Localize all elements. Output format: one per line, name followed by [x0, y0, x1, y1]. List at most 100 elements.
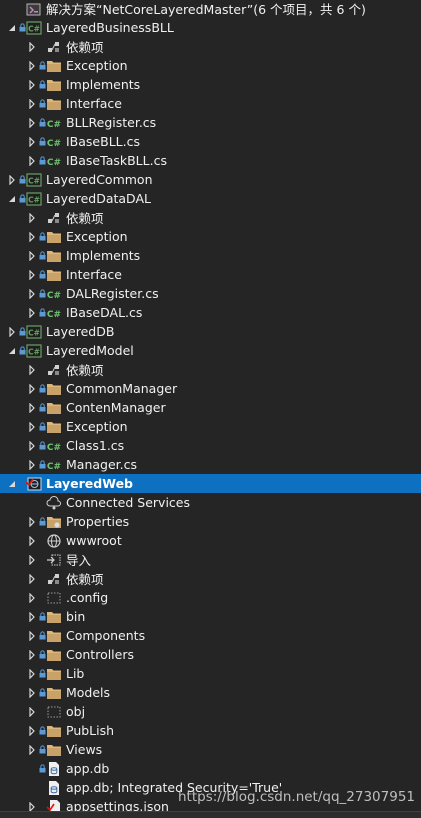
lock-placeholder [38, 569, 46, 588]
excluded-folder-icon [46, 590, 62, 606]
expanded-arrow-icon[interactable] [6, 18, 18, 37]
tree-node-root[interactable]: LayeredWeb [0, 474, 421, 493]
tree-node[interactable]: Properties [0, 512, 421, 531]
tree-node[interactable]: app.db [0, 759, 421, 778]
tree-node-root[interactable]: C# LayeredDataDAL [0, 189, 421, 208]
collapsed-arrow-icon[interactable] [26, 740, 38, 759]
collapsed-arrow-icon[interactable] [26, 208, 38, 227]
collapsed-arrow-icon[interactable] [26, 94, 38, 113]
tree-node-root[interactable]: C# LayeredModel [0, 341, 421, 360]
tree-node[interactable]: Connected Services [0, 493, 421, 512]
collapsed-arrow-icon[interactable] [26, 113, 38, 132]
csharp-file-icon: C# [46, 115, 62, 131]
collapsed-arrow-icon[interactable] [26, 455, 38, 474]
collapsed-arrow-icon[interactable] [26, 37, 38, 56]
tree-node[interactable]: C# IBaseDAL.cs [0, 303, 421, 322]
collapsed-arrow-icon[interactable] [26, 132, 38, 151]
tree-node[interactable]: 依赖项 [0, 208, 421, 227]
collapsed-arrow-icon[interactable] [26, 417, 38, 436]
expanded-arrow-icon[interactable] [6, 189, 18, 208]
tree-node[interactable]: C# IBaseBLL.cs [0, 132, 421, 151]
collapsed-arrow-icon[interactable] [6, 170, 18, 189]
svg-text:C#: C# [47, 158, 61, 168]
collapsed-arrow-icon[interactable] [26, 550, 38, 569]
collapsed-arrow-icon[interactable] [26, 645, 38, 664]
lock-icon [38, 607, 46, 626]
tree-node[interactable]: ContenManager [0, 398, 421, 417]
lock-placeholder [38, 360, 46, 379]
collapsed-arrow-icon[interactable] [26, 398, 38, 417]
tree-node-root[interactable]: C# LayeredBusinessBLL [0, 18, 421, 37]
dependencies-icon [46, 571, 62, 587]
tree-node-root[interactable]: C# LayeredCommon [0, 170, 421, 189]
collapsed-arrow-icon[interactable] [26, 721, 38, 740]
tree-node[interactable]: CommonManager [0, 379, 421, 398]
svg-text:C#: C# [47, 291, 61, 301]
tree-node[interactable]: Exception [0, 417, 421, 436]
tree-node[interactable]: C# Class1.cs [0, 436, 421, 455]
tree-node-root[interactable]: 解决方案“NetCoreLayeredMaster”(6 个项目，共 6 个) [0, 0, 421, 18]
collapsed-arrow-icon[interactable] [26, 702, 38, 721]
collapsed-arrow-icon[interactable] [26, 360, 38, 379]
tree-node[interactable]: Components [0, 626, 421, 645]
collapsed-arrow-icon[interactable] [26, 379, 38, 398]
tree-node[interactable]: Views [0, 740, 421, 759]
collapsed-arrow-icon[interactable] [26, 531, 38, 550]
tree-node[interactable]: C# IBaseTaskBLL.cs [0, 151, 421, 170]
tree-node[interactable]: Implements [0, 75, 421, 94]
collapsed-arrow-icon[interactable] [26, 436, 38, 455]
svg-text:C#: C# [28, 347, 40, 356]
collapsed-arrow-icon[interactable] [26, 569, 38, 588]
tree-node[interactable]: Exception [0, 227, 421, 246]
lock-icon [38, 436, 46, 455]
dependencies-icon [46, 39, 62, 55]
web-project-icon [26, 476, 42, 492]
collapsed-arrow-icon[interactable] [26, 75, 38, 94]
collapsed-arrow-icon[interactable] [26, 151, 38, 170]
tree-node[interactable]: wwwroot [0, 531, 421, 550]
collapsed-arrow-icon[interactable] [26, 512, 38, 531]
tree-node[interactable]: Controllers [0, 645, 421, 664]
tree-node[interactable]: C# Manager.cs [0, 455, 421, 474]
tree-node-label: Manager.cs [66, 457, 138, 472]
tree-node[interactable]: C# DALRegister.cs [0, 284, 421, 303]
tree-node-label: LayeredDataDAL [46, 191, 151, 206]
tree-node[interactable]: 依赖项 [0, 37, 421, 56]
tree-node[interactable]: Exception [0, 56, 421, 75]
tree-node[interactable]: Interface [0, 265, 421, 284]
csharp-file-icon: C# [46, 134, 62, 150]
collapsed-arrow-icon[interactable] [26, 265, 38, 284]
tree-node-label: .config [66, 590, 109, 605]
tree-node[interactable]: PubLish [0, 721, 421, 740]
tree-node-label: Components [66, 628, 146, 643]
collapsed-arrow-icon[interactable] [26, 588, 38, 607]
folder-icon [46, 419, 62, 435]
tree-node[interactable]: Lib [0, 664, 421, 683]
tree-node[interactable]: Interface [0, 94, 421, 113]
collapsed-arrow-icon[interactable] [26, 664, 38, 683]
folder-icon [46, 723, 62, 739]
collapsed-arrow-icon[interactable] [26, 607, 38, 626]
tree-node[interactable]: bin [0, 607, 421, 626]
dependencies-icon [46, 362, 62, 378]
tree-node[interactable]: 依赖项 [0, 569, 421, 588]
collapsed-arrow-icon[interactable] [26, 284, 38, 303]
tree-node[interactable]: Models [0, 683, 421, 702]
collapsed-arrow-icon[interactable] [26, 683, 38, 702]
collapsed-arrow-icon[interactable] [26, 303, 38, 322]
tree-node[interactable]: C# BLLRegister.cs [0, 113, 421, 132]
expanded-arrow-icon[interactable] [6, 341, 18, 360]
collapsed-arrow-icon[interactable] [26, 626, 38, 645]
tree-node[interactable]: Implements [0, 246, 421, 265]
collapsed-arrow-icon[interactable] [26, 246, 38, 265]
tree-node[interactable]: 导入 [0, 550, 421, 569]
tree-node[interactable]: obj [0, 702, 421, 721]
collapsed-arrow-icon[interactable] [6, 322, 18, 341]
tree-node-root[interactable]: C# LayeredDB [0, 322, 421, 341]
collapsed-arrow-icon[interactable] [26, 56, 38, 75]
expanded-arrow-icon[interactable] [6, 474, 18, 493]
collapsed-arrow-icon[interactable] [26, 227, 38, 246]
tree-node[interactable]: 依赖项 [0, 360, 421, 379]
watermark: https://blog.csdn.net/qq_27307951 [177, 789, 415, 805]
tree-node[interactable]: .config [0, 588, 421, 607]
